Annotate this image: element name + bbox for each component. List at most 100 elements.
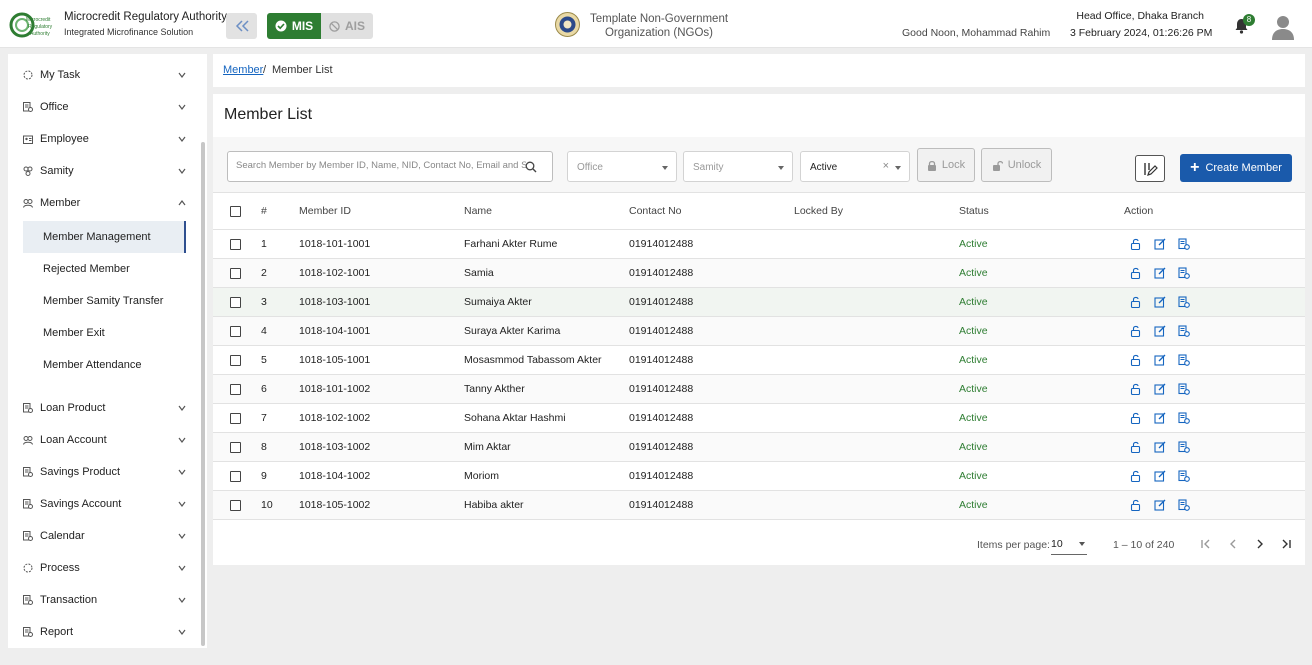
table-row[interactable]: 10 1018-105-1002 Habiba akter 01914012488 Ac… <box>213 491 1305 520</box>
sidebar-item-samity[interactable]: Samity <box>8 155 194 187</box>
sidebar-item-report[interactable]: Report <box>8 616 194 648</box>
details-icon[interactable] <box>1178 267 1190 279</box>
sidebar-item-loan-account[interactable]: Loan Account <box>8 424 194 456</box>
details-icon[interactable] <box>1178 325 1190 337</box>
details-icon[interactable] <box>1178 238 1190 250</box>
row-checkbox[interactable] <box>230 470 241 482</box>
column-header-member-id[interactable]: Member ID <box>299 193 351 229</box>
edit-icon[interactable] <box>1154 441 1166 453</box>
row-checkbox[interactable] <box>230 412 241 424</box>
sidebar-item-process[interactable]: Process <box>8 552 194 584</box>
row-checkbox[interactable] <box>230 383 241 395</box>
sidebar-item-savings-product[interactable]: Savings Product <box>8 456 194 488</box>
select-all-checkbox[interactable] <box>230 205 241 217</box>
office-select[interactable]: Office <box>567 151 677 182</box>
unlock-icon[interactable] <box>1130 470 1142 482</box>
details-icon[interactable] <box>1178 354 1190 366</box>
details-icon[interactable] <box>1178 499 1190 511</box>
edit-icon[interactable] <box>1154 354 1166 366</box>
sidebar-subitem-member-management[interactable]: Member Management <box>23 221 186 253</box>
unlock-icon[interactable] <box>1130 267 1142 279</box>
breadcrumb-member-link[interactable]: Member <box>223 64 263 76</box>
search-input[interactable] <box>236 160 526 171</box>
sidebar-subitem-member-exit[interactable]: Member Exit <box>23 317 186 349</box>
collapse-sidebar-button[interactable] <box>226 13 257 39</box>
table-row[interactable]: 2 1018-102-1001 Samia 01914012488 Active <box>213 259 1305 288</box>
details-icon[interactable] <box>1178 441 1190 453</box>
column-settings-button[interactable] <box>1135 155 1165 182</box>
unlock-icon[interactable] <box>1130 238 1142 250</box>
details-icon[interactable] <box>1178 470 1190 482</box>
row-checkbox[interactable] <box>230 441 241 453</box>
ais-toggle-button[interactable]: AIS <box>321 13 373 39</box>
unlock-icon[interactable] <box>1130 412 1142 424</box>
unlock-icon[interactable] <box>1130 296 1142 308</box>
lock-button[interactable]: Lock <box>917 148 975 182</box>
sidebar-item-loan-product[interactable]: Loan Product <box>8 392 194 424</box>
row-checkbox[interactable] <box>230 499 241 511</box>
edit-icon[interactable] <box>1154 383 1166 395</box>
search-icon[interactable] <box>525 161 537 173</box>
unlock-icon[interactable] <box>1130 499 1142 511</box>
table-row[interactable]: 3 1018-103-1001 Sumaiya Akter 01914012488 Ac… <box>213 288 1305 317</box>
edit-icon[interactable] <box>1154 325 1166 337</box>
table-row[interactable]: 1 1018-101-1001 Farhani Akter Rume 01914012… <box>213 230 1305 259</box>
sidebar-subitem-rejected-member[interactable]: Rejected Member <box>23 253 186 285</box>
column-header-status[interactable]: Status <box>959 193 989 229</box>
row-checkbox[interactable] <box>230 325 241 337</box>
table-row[interactable]: 9 1018-104-1002 Moriom 01914012488 Active <box>213 462 1305 491</box>
unlock-icon[interactable] <box>1130 354 1142 366</box>
column-header-name[interactable]: Name <box>464 193 492 229</box>
row-checkbox[interactable] <box>230 296 241 308</box>
column-header-contact[interactable]: Contact No <box>629 193 682 229</box>
sidebar-item-my-task[interactable]: My Task <box>8 59 194 91</box>
edit-icon[interactable] <box>1154 499 1166 511</box>
sidebar-item-employee[interactable]: Employee <box>8 123 194 155</box>
sidebar-item-transaction[interactable]: Transaction <box>8 584 194 616</box>
last-page-button[interactable] <box>1277 535 1295 553</box>
edit-icon[interactable] <box>1154 412 1166 424</box>
table-row[interactable]: 7 1018-102-1002 Sohana Aktar Hashmi 0191401… <box>213 404 1305 433</box>
clear-icon[interactable]: × <box>883 160 889 172</box>
table-row[interactable]: 5 1018-105-1001 Mosasmmod Tabassom Akter 01… <box>213 346 1305 375</box>
table-row[interactable]: 4 1018-104-1001 Suraya Akter Karima 0191401… <box>213 317 1305 346</box>
unlock-icon[interactable] <box>1130 383 1142 395</box>
chevron-down-icon <box>178 104 186 110</box>
sidebar-item-member[interactable]: Member <box>8 187 194 219</box>
row-checkbox[interactable] <box>230 354 241 366</box>
edit-icon[interactable] <box>1154 470 1166 482</box>
sidebar-subitem-member-samity-transfer[interactable]: Member Samity Transfer <box>23 285 186 317</box>
edit-icon[interactable] <box>1154 296 1166 308</box>
first-page-button[interactable] <box>1197 535 1215 553</box>
lock-icon <box>927 160 936 171</box>
table-row[interactable]: 6 1018-101-1002 Tanny Akther 01914012488 Act… <box>213 375 1305 404</box>
sidebar-item-calendar[interactable]: Calendar <box>8 520 194 552</box>
details-icon[interactable] <box>1178 412 1190 424</box>
unlock-button[interactable]: Unlock <box>981 148 1052 182</box>
sidebar-item-savings-account[interactable]: Savings Account <box>8 488 194 520</box>
svg-text:Regulatory: Regulatory <box>28 24 53 30</box>
create-member-button[interactable]: + Create Member <box>1180 154 1292 182</box>
samity-select[interactable]: Samity <box>683 151 793 182</box>
column-header-number[interactable]: # <box>261 193 267 229</box>
mis-toggle-button[interactable]: MIS <box>267 13 321 39</box>
table-row[interactable]: 8 1018-103-1002 Mim Aktar 01914012488 Active <box>213 433 1305 462</box>
user-avatar-icon[interactable] <box>1271 14 1295 40</box>
next-page-button[interactable] <box>1251 535 1269 553</box>
sidebar-item-office[interactable]: Office <box>8 91 194 123</box>
sidebar-scrollbar[interactable] <box>201 142 205 646</box>
search-field[interactable] <box>227 151 553 182</box>
page-size-select[interactable]: 10 <box>1051 533 1087 555</box>
unlock-icon[interactable] <box>1130 441 1142 453</box>
edit-icon[interactable] <box>1154 267 1166 279</box>
details-icon[interactable] <box>1178 296 1190 308</box>
previous-page-button[interactable] <box>1224 535 1242 553</box>
column-header-locked-by[interactable]: Locked By <box>794 193 843 229</box>
unlock-icon[interactable] <box>1130 325 1142 337</box>
status-select[interactable]: Active × <box>800 151 910 182</box>
edit-icon[interactable] <box>1154 238 1166 250</box>
sidebar-subitem-member-attendance[interactable]: Member Attendance <box>23 349 186 381</box>
row-checkbox[interactable] <box>230 267 241 279</box>
row-checkbox[interactable] <box>230 238 241 250</box>
details-icon[interactable] <box>1178 383 1190 395</box>
